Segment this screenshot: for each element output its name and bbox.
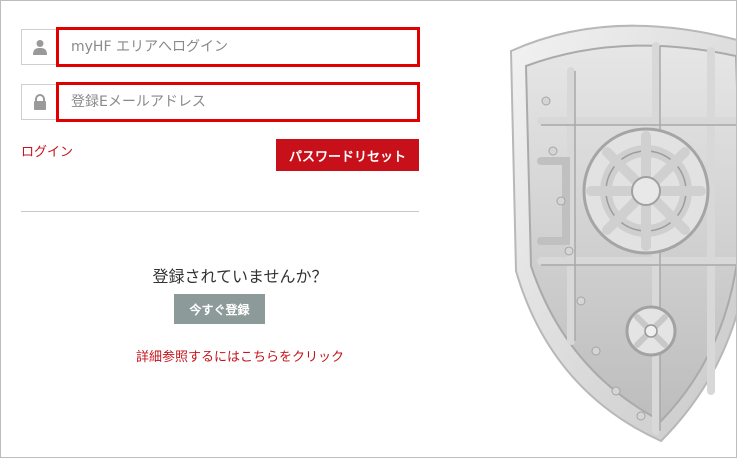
user-input-highlight [56, 27, 420, 67]
myhf-login-input[interactable] [59, 30, 417, 64]
login-link[interactable]: ログイン [21, 141, 73, 160]
user-icon [21, 29, 59, 65]
email-field-row [21, 82, 420, 122]
divider [21, 211, 419, 212]
user-field-row [21, 27, 420, 67]
not-registered-heading: 登録されていませんか？ [152, 267, 328, 286]
lock-icon [21, 84, 59, 120]
vault-door-image [509, 24, 736, 443]
email-input-highlight [56, 82, 420, 122]
email-input[interactable] [59, 85, 417, 119]
details-link[interactable]: 詳細参照するにはこちらをクリック [21, 346, 459, 365]
login-panel: ログイン パスワードリセット 登録されていませんか？ 今すぐ登録 詳細参照するに… [0, 0, 737, 458]
register-now-button[interactable]: 今すぐ登録 [174, 294, 265, 324]
password-reset-button[interactable]: パスワードリセット [276, 139, 419, 171]
